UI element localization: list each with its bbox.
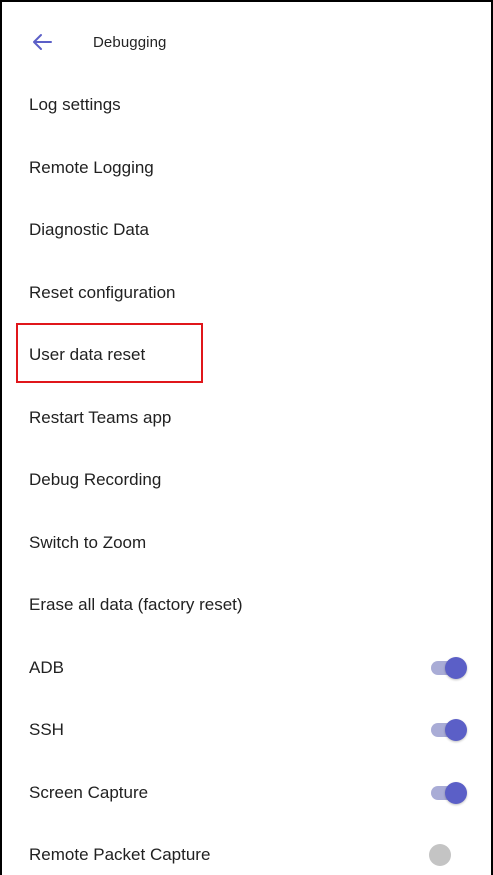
toggle-label: ADB [29,657,64,677]
toggle-label: SSH [29,720,64,740]
toggle-label: Screen Capture [29,782,149,802]
menu-item-label: Diagnostic Data [29,220,150,240]
remote-packet-capture-switch[interactable] [429,843,467,867]
toggle-row-adb[interactable]: ADB [2,637,491,700]
toggle-row-remote-packet-capture[interactable]: Remote Packet Capture [2,824,491,875]
menu-item-label: Reset configuration [29,282,176,302]
switch-thumb [445,719,467,742]
menu-item-label: Remote Logging [29,157,154,177]
page-title: Debugging [93,34,167,51]
toggle-row-screen-capture[interactable]: Screen Capture [2,762,491,825]
toggle-row-ssh[interactable]: SSH [2,699,491,762]
settings-list: Log settings Remote Logging Diagnostic D… [2,74,491,875]
toggle-label: Remote Packet Capture [29,845,211,865]
app-bar: Debugging [2,2,491,84]
menu-item-log-settings[interactable]: Log settings [2,74,491,137]
menu-item-debug-recording[interactable]: Debug Recording [2,449,491,512]
adb-switch[interactable] [429,656,467,680]
debugging-screen: Debugging Log settings Remote Logging Di… [0,0,493,875]
menu-item-reset-configuration[interactable]: Reset configuration [2,262,491,325]
screen-capture-switch[interactable] [429,781,467,805]
menu-item-diagnostic-data[interactable]: Diagnostic Data [2,199,491,262]
menu-item-switch-to-zoom[interactable]: Switch to Zoom [2,512,491,575]
menu-item-user-data-reset[interactable]: User data reset [2,324,491,387]
back-button[interactable] [28,30,56,58]
menu-item-label: Switch to Zoom [29,532,147,552]
switch-thumb [445,781,467,804]
menu-item-erase-all-data[interactable]: Erase all data (factory reset) [2,574,491,637]
ssh-switch[interactable] [429,718,467,742]
arrow-left-icon [32,33,52,56]
menu-item-label: Erase all data (factory reset) [29,595,243,615]
menu-item-restart-teams-app[interactable]: Restart Teams app [2,387,491,450]
menu-item-label: Debug Recording [29,470,162,490]
menu-item-remote-logging[interactable]: Remote Logging [2,137,491,200]
switch-thumb [429,844,451,867]
menu-item-label: Log settings [29,95,121,115]
menu-item-label: Restart Teams app [29,407,172,427]
menu-item-label: User data reset [29,345,146,365]
switch-thumb [445,656,467,679]
